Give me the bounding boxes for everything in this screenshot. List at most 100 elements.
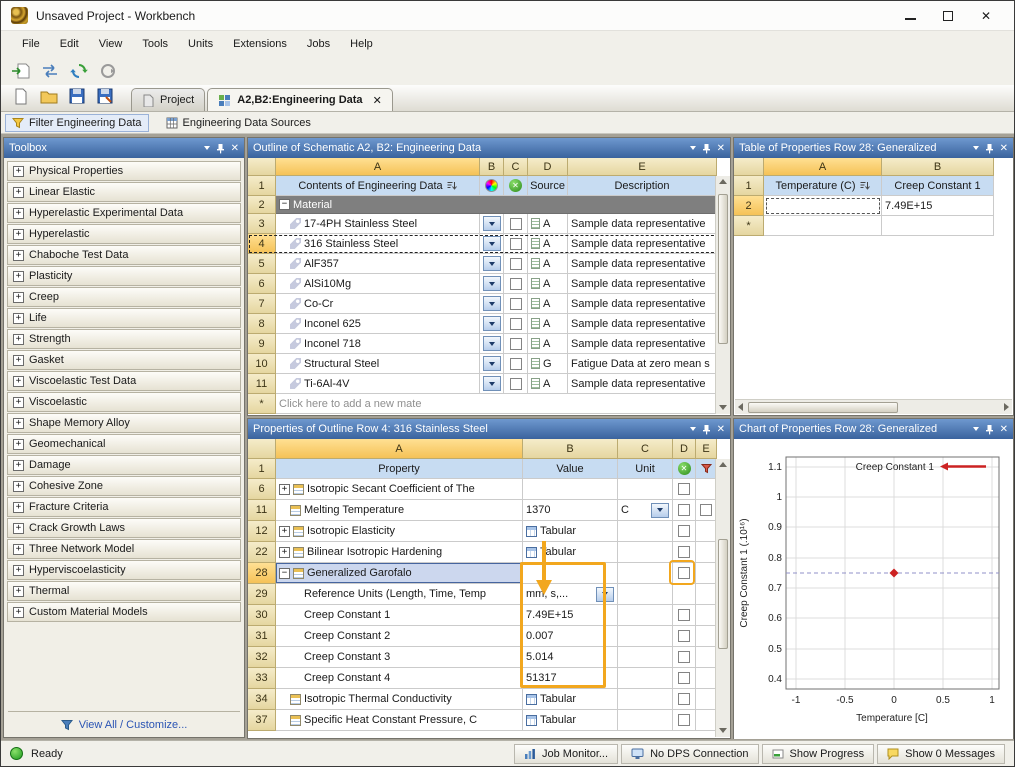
job-monitor-button[interactable]: Job Monitor... xyxy=(514,744,618,764)
outline-row[interactable]: 5 AlF357 A Sample data representative xyxy=(248,254,730,274)
property-name-cell[interactable]: Specific Heat Constant Pressure, C xyxy=(276,710,523,731)
units-dropdown-button[interactable] xyxy=(596,587,614,602)
description-cell[interactable]: Sample data representative xyxy=(568,214,717,234)
value-cell[interactable]: Tabular xyxy=(523,542,618,563)
temperature-header-cell[interactable]: Temperature (C) xyxy=(764,176,882,196)
property-name-cell[interactable]: −Generalized Garofalo xyxy=(276,563,523,584)
column-header-d[interactable]: D xyxy=(673,439,696,459)
toolbox-item-viscoelastic-test-data[interactable]: +Viscoelastic Test Data xyxy=(7,371,241,391)
import-button[interactable] xyxy=(9,60,33,82)
column-header-a[interactable]: A xyxy=(764,158,882,176)
outline-row[interactable]: 3 17-4PH Stainless Steel A Sample data r… xyxy=(248,214,730,234)
scroll-up-icon[interactable] xyxy=(719,462,727,467)
suppress-checkbox[interactable] xyxy=(510,238,522,250)
close-icon[interactable]: ✕ xyxy=(1000,143,1008,154)
add-row[interactable]: * xyxy=(734,216,1013,236)
chevron-down-icon[interactable] xyxy=(690,146,696,150)
refresh-project-button[interactable] xyxy=(67,60,91,82)
suppress-checkbox[interactable] xyxy=(678,546,690,558)
outline-row[interactable]: 6 AlSi10Mg A Sample data representative xyxy=(248,274,730,294)
scrollbar-thumb[interactable] xyxy=(718,539,728,649)
scroll-right-icon[interactable] xyxy=(1004,403,1009,411)
description-cell[interactable]: Sample data representative xyxy=(568,314,717,334)
suppress-checkbox[interactable] xyxy=(678,714,690,726)
toolbox-header[interactable]: Toolbox ✕ xyxy=(4,138,244,158)
expand-icon[interactable]: + xyxy=(13,187,24,198)
close-button[interactable]: ✕ xyxy=(968,3,1004,29)
property-name-cell[interactable]: +Isotropic Secant Coefficient of The xyxy=(276,479,523,500)
scrollbar-thumb[interactable] xyxy=(718,194,728,344)
expand-icon[interactable]: + xyxy=(13,250,24,261)
pin-icon[interactable] xyxy=(985,143,994,154)
value-cell[interactable]: 1370 xyxy=(523,500,618,521)
column-header-a[interactable]: A xyxy=(276,158,480,176)
description-cell[interactable]: Sample data representative xyxy=(568,334,717,354)
dps-connection-button[interactable]: No DPS Connection xyxy=(621,744,758,764)
description-cell[interactable]: Sample data representative xyxy=(568,374,717,394)
outline-row[interactable]: 11 Ti-6Al-4V A Sample data representativ… xyxy=(248,374,730,394)
pin-icon[interactable] xyxy=(985,424,994,435)
column-header-e[interactable]: E xyxy=(568,158,717,176)
column-header-a[interactable]: A xyxy=(276,439,523,459)
material-name-cell[interactable]: Inconel 625 xyxy=(276,314,480,334)
expand-icon[interactable]: + xyxy=(13,166,24,177)
toolbox-item-shape-memory-alloy[interactable]: +Shape Memory Alloy xyxy=(7,413,241,433)
expand-icon[interactable]: + xyxy=(279,526,290,537)
scroll-left-icon[interactable] xyxy=(738,403,743,411)
description-cell[interactable]: Sample data representative xyxy=(568,234,717,254)
suppress-checkbox[interactable] xyxy=(678,693,690,705)
open-project-button[interactable] xyxy=(37,85,61,107)
unit-cell[interactable]: C xyxy=(618,500,673,521)
value-cell[interactable]: 7.49E+15 xyxy=(523,605,618,626)
menu-file[interactable]: File xyxy=(13,34,49,54)
toolbox-item-custom-material-models[interactable]: +Custom Material Models xyxy=(7,602,241,622)
creep-constant-header-cell[interactable]: Creep Constant 1 xyxy=(882,176,994,196)
menu-edit[interactable]: Edit xyxy=(51,34,88,54)
suppress-checkbox[interactable] xyxy=(678,483,690,495)
tab-close-icon[interactable]: ✕ xyxy=(373,94,382,107)
description-cell[interactable]: Sample data representative xyxy=(568,254,717,274)
creep-constant-cell[interactable] xyxy=(882,216,994,236)
horizontal-scrollbar[interactable] xyxy=(735,399,1012,414)
maximize-button[interactable] xyxy=(930,3,966,29)
pin-icon[interactable] xyxy=(702,424,711,435)
property-name-cell[interactable]: Isotropic Thermal Conductivity xyxy=(276,689,523,710)
property-name-cell[interactable]: Creep Constant 3 xyxy=(276,647,523,668)
table-row[interactable]: 2 7.49E+15 xyxy=(734,196,1013,216)
checkbox[interactable] xyxy=(700,504,712,516)
suppress-checkbox[interactable] xyxy=(678,630,690,642)
collapse-icon[interactable]: − xyxy=(279,568,290,579)
scroll-down-icon[interactable] xyxy=(719,728,727,733)
suppress-checkbox[interactable] xyxy=(678,672,690,684)
properties-header[interactable]: Properties of Outline Row 4: 316 Stainle… xyxy=(248,419,730,439)
expand-icon[interactable]: + xyxy=(13,418,24,429)
property-name-cell[interactable]: Melting Temperature xyxy=(276,500,523,521)
property-row[interactable]: 29 Reference Units (Length, Time, Temp m… xyxy=(248,584,730,605)
dropdown-button[interactable] xyxy=(483,356,501,371)
column-header-b[interactable]: B xyxy=(882,158,994,176)
chevron-down-icon[interactable] xyxy=(973,146,979,150)
chevron-down-icon[interactable] xyxy=(204,146,210,150)
material-name-cell[interactable]: Co-Cr xyxy=(276,294,480,314)
show-progress-button[interactable]: Show Progress xyxy=(762,744,875,764)
toolbox-item-crack-growth-laws[interactable]: +Crack Growth Laws xyxy=(7,518,241,538)
value-cell[interactable]: 0.007 xyxy=(523,626,618,647)
column-header-c[interactable]: C xyxy=(618,439,673,459)
material-name-cell[interactable]: Ti-6Al-4V xyxy=(276,374,480,394)
material-group-row[interactable]: 2 −Material xyxy=(248,196,730,214)
toolbox-item-cohesive-zone[interactable]: +Cohesive Zone xyxy=(7,476,241,496)
toolbox-item-chaboche-test-data[interactable]: +Chaboche Test Data xyxy=(7,245,241,265)
new-project-button[interactable] xyxy=(9,85,33,107)
pin-icon[interactable] xyxy=(702,143,711,154)
outline-row-selected[interactable]: 4 316 Stainless Steel A Sample data repr… xyxy=(248,234,730,254)
expand-icon[interactable]: + xyxy=(13,229,24,240)
toolbox-item-hyperelastic-experimental-data[interactable]: +Hyperelastic Experimental Data xyxy=(7,203,241,223)
scroll-up-icon[interactable] xyxy=(719,179,727,184)
vertical-scrollbar[interactable] xyxy=(715,176,730,414)
toolbox-item-viscoelastic[interactable]: +Viscoelastic xyxy=(7,392,241,412)
column-header-d[interactable]: D xyxy=(528,158,568,176)
outline-header[interactable]: Outline of Schematic A2, B2: Engineering… xyxy=(248,138,730,158)
property-name-cell[interactable]: Creep Constant 4 xyxy=(276,668,523,689)
property-name-cell[interactable]: Creep Constant 2 xyxy=(276,626,523,647)
suppress-checkbox[interactable] xyxy=(510,298,522,310)
